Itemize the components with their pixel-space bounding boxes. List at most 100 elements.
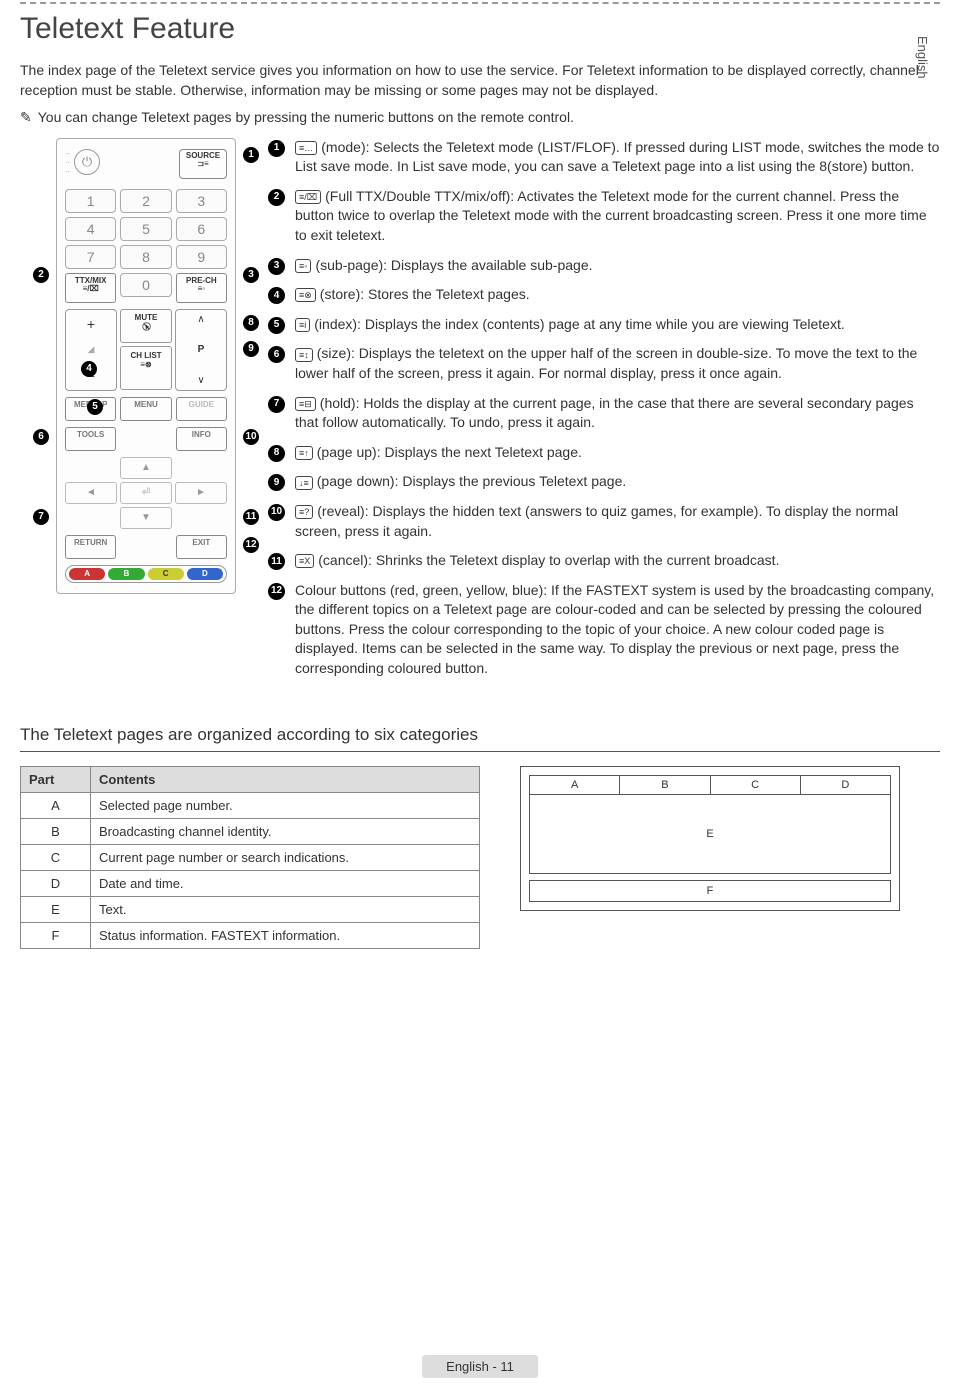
ch-up-icon: ∧ <box>197 314 204 325</box>
ch-list-button[interactable]: CH LIST≡⊗ <box>120 346 172 390</box>
num-7[interactable]: 7 <box>65 245 116 269</box>
num-4[interactable]: 4 <box>65 217 116 241</box>
table-row: DDate and time. <box>21 870 480 896</box>
dpad-ok[interactable]: ⏎ <box>120 482 172 504</box>
page-up-icon: ≡↑ <box>295 446 313 460</box>
desc-item-8: 8≡↑(page up): Displays the next Teletext… <box>268 443 940 463</box>
desc-item-9: 9↓≡(page down): Displays the previous Te… <box>268 472 940 492</box>
heading-underline <box>20 751 940 752</box>
num-2[interactable]: 2 <box>120 189 171 213</box>
callout-2: 2 <box>33 267 49 283</box>
desc-item-11: 11≡X(cancel): Shrinks the Teletext displ… <box>268 551 940 571</box>
mute-button[interactable]: MUTE🕨⃠ <box>120 309 172 343</box>
dpad-left[interactable]: ◄ <box>65 482 117 504</box>
cancel-icon: ≡X <box>295 554 314 568</box>
num-6[interactable]: 6 <box>176 217 227 241</box>
note-icon: ✎ <box>20 109 32 126</box>
ch-down-icon: ∨ <box>197 375 204 386</box>
callout-1: 1 <box>243 147 259 163</box>
desc-item-4: 4≡⊗(store): Stores the Teletext pages. <box>268 285 940 305</box>
source-button[interactable]: SOURCE⊐≡ <box>179 149 227 179</box>
number-pad: 1 2 3 4 5 6 7 8 9 <box>65 189 227 269</box>
callout-10: 10 <box>243 429 259 445</box>
callout-9: 9 <box>243 341 259 357</box>
num-5[interactable]: 5 <box>120 217 171 241</box>
callout-7: 7 <box>33 509 49 525</box>
color-button-c[interactable]: C <box>148 568 184 580</box>
remote-dots: ∙∙∙∙∙∙ <box>65 149 70 176</box>
top-dashed-divider <box>20 2 940 4</box>
hold-icon: ≡⊟ <box>295 397 316 411</box>
page-footer: English - 11 <box>422 1355 538 1378</box>
index-icon: ≡i <box>295 318 310 332</box>
channel-rocker[interactable]: ∧ P ∨ <box>175 309 227 391</box>
layout-cell-c: C <box>711 776 801 794</box>
desc-item-6: 6≡↕(size): Displays the teletext on the … <box>268 344 940 383</box>
p-label: P <box>198 344 205 355</box>
num-8[interactable]: 8 <box>120 245 171 269</box>
page-down-icon: ↓≡ <box>295 476 313 490</box>
desc-item-3: 3≡◦(sub-page): Displays the available su… <box>268 256 940 276</box>
intro-paragraph: The index page of the Teletext service g… <box>20 60 940 101</box>
page-layout-diagram: A B C D E F <box>520 766 900 911</box>
layout-cell-e: E <box>529 794 891 874</box>
num-9[interactable]: 9 <box>176 245 227 269</box>
desc-item-5: 5≡i(index): Displays the index (contents… <box>268 315 940 335</box>
desc-item-1: 1≡…(mode): Selects the Teletext mode (LI… <box>268 138 940 177</box>
callout-8: 8 <box>243 315 259 331</box>
desc-item-10: 10≡?(reveal): Displays the hidden text (… <box>268 502 940 541</box>
table-row: BBroadcasting channel identity. <box>21 818 480 844</box>
layout-cell-b: B <box>620 776 710 794</box>
color-buttons-row: A B C D <box>65 565 227 583</box>
power-button[interactable]: ⏻ <box>74 149 100 175</box>
ttx-mix-button[interactable]: TTX/MIX≡/⌧ <box>65 273 116 303</box>
volume-up-icon: + <box>87 316 95 332</box>
ttx-icon: ≡/⌧ <box>295 190 321 204</box>
num-3[interactable]: 3 <box>176 189 227 213</box>
pre-ch-button[interactable]: PRE-CH≡◦ <box>176 273 227 303</box>
dpad-right[interactable]: ► <box>175 482 227 504</box>
callout-3: 3 <box>243 267 259 283</box>
note-row: ✎ You can change Teletext pages by press… <box>20 109 940 126</box>
d-pad: ▲ ◄ ⏎ ► ▼ <box>65 457 227 529</box>
mode-icon: ≡… <box>295 141 317 155</box>
callout-description-list: 1≡…(mode): Selects the Teletext mode (LI… <box>268 138 940 679</box>
note-text: You can change Teletext pages by pressin… <box>38 109 574 126</box>
desc-item-7: 7≡⊟(hold): Holds the display at the curr… <box>268 394 940 433</box>
dpad-up[interactable]: ▲ <box>120 457 172 479</box>
callout-6: 6 <box>33 429 49 445</box>
color-button-b[interactable]: B <box>108 568 144 580</box>
callout-4: 4 <box>81 361 97 377</box>
categories-table: Part Contents ASelected page number. BBr… <box>20 766 480 949</box>
exit-button[interactable]: EXIT <box>176 535 227 559</box>
th-part: Part <box>21 766 91 792</box>
th-contents: Contents <box>91 766 480 792</box>
info-button[interactable]: INFO <box>176 427 227 451</box>
table-row: FStatus information. FASTEXT information… <box>21 922 480 948</box>
layout-cell-a: A <box>530 776 620 794</box>
callout-12: 12 <box>243 537 259 553</box>
language-tab: English <box>915 36 930 79</box>
dpad-down[interactable]: ▼ <box>120 507 172 529</box>
table-row: ASelected page number. <box>21 792 480 818</box>
color-button-a[interactable]: A <box>69 568 105 580</box>
guide-button[interactable]: GUIDE <box>176 397 227 421</box>
return-button[interactable]: RETURN <box>65 535 116 559</box>
store-icon: ≡⊗ <box>295 288 316 302</box>
color-button-d[interactable]: D <box>187 568 223 580</box>
table-row: CCurrent page number or search indicatio… <box>21 844 480 870</box>
size-icon: ≡↕ <box>295 348 313 362</box>
desc-item-2: 2≡/⌧(Full TTX/Double TTX/mix/off): Activ… <box>268 187 940 246</box>
callout-11: 11 <box>243 509 259 525</box>
layout-cell-d: D <box>801 776 890 794</box>
tools-button[interactable]: TOOLS <box>65 427 116 451</box>
num-1[interactable]: 1 <box>65 189 116 213</box>
desc-item-12: 12Colour buttons (red, green, yellow, bl… <box>268 581 940 679</box>
categories-heading: The Teletext pages are organized accordi… <box>20 725 940 745</box>
num-0[interactable]: 0 <box>120 273 171 297</box>
remote-control-diagram: 1 2 3 4 5 6 7 8 9 10 11 12 ∙∙∙∙∙∙ ⏻ SOUR… <box>56 138 236 594</box>
volume-rocker[interactable]: + ◢ − <box>65 309 117 391</box>
layout-cell-f: F <box>529 880 891 902</box>
menu-button[interactable]: MENU <box>120 397 171 421</box>
callout-5: 5 <box>87 399 103 415</box>
